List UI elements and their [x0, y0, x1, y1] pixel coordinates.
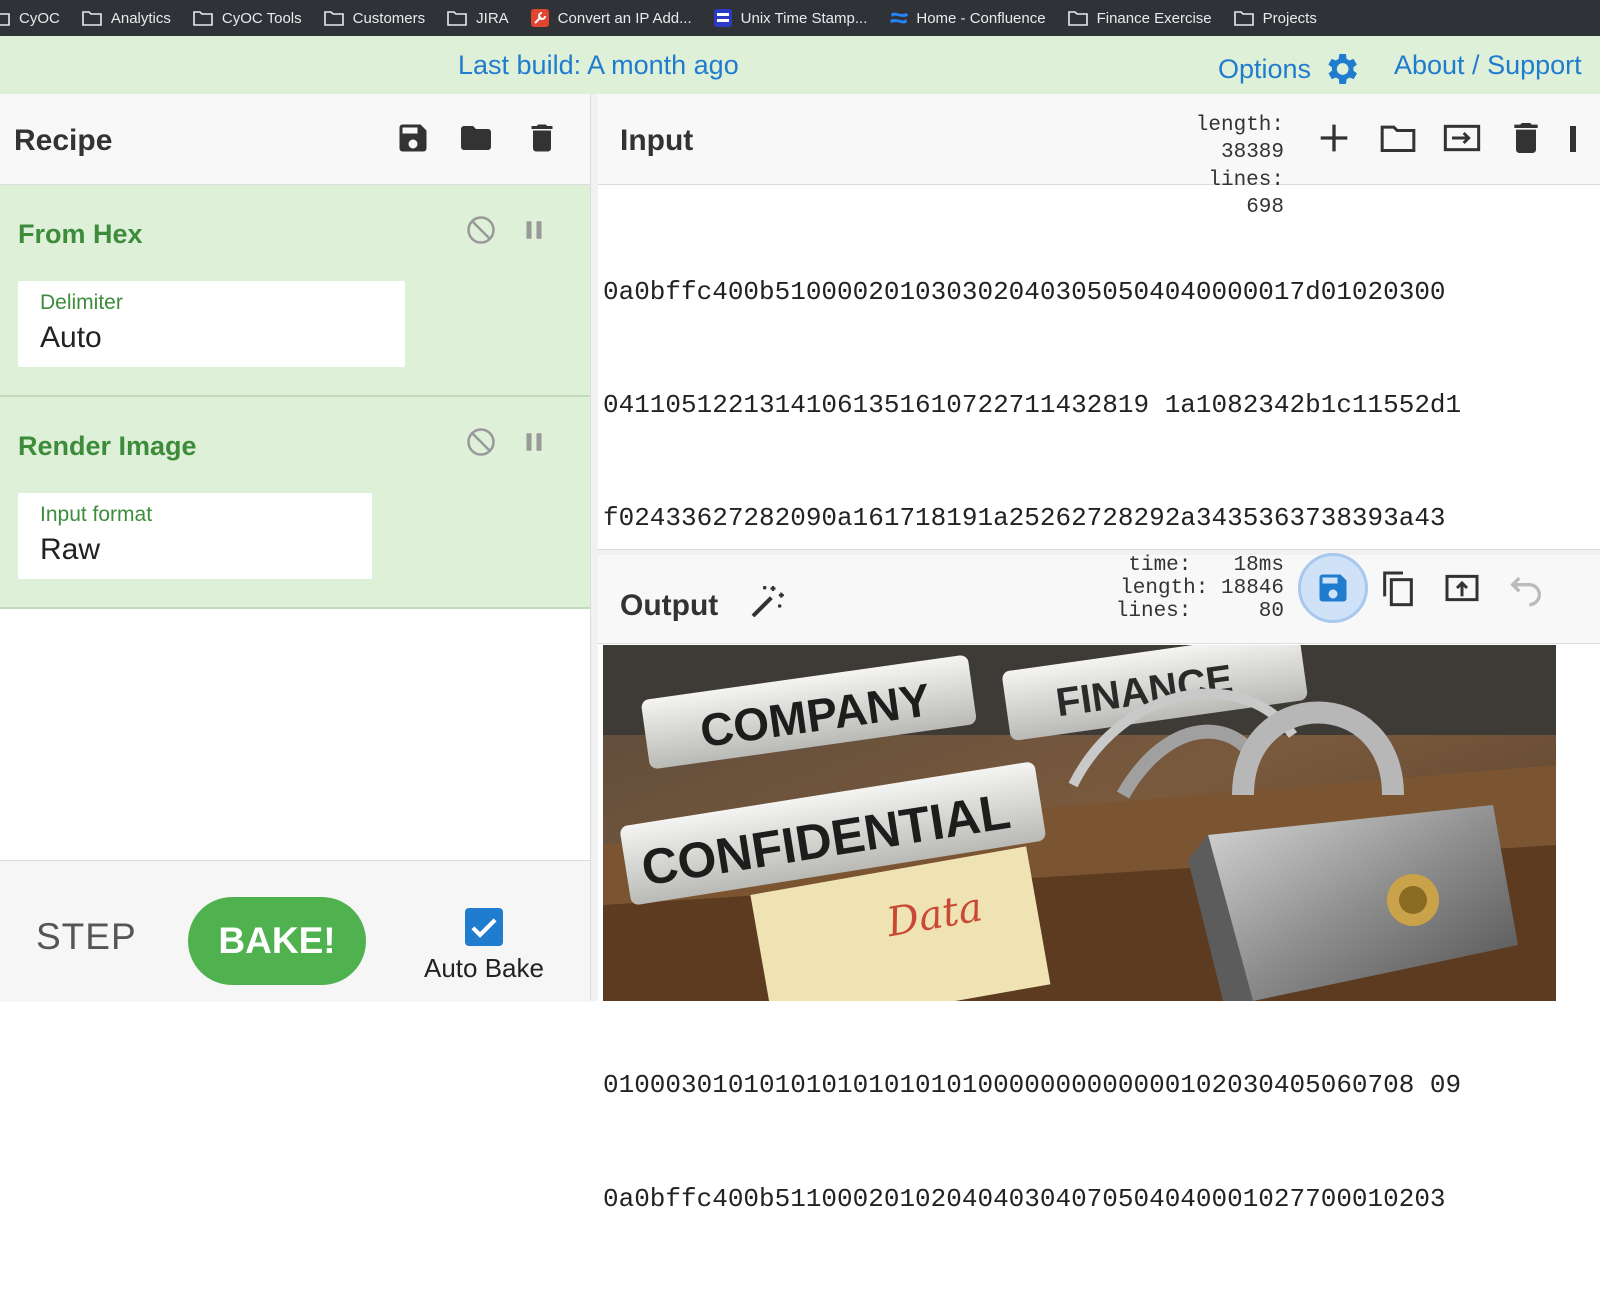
input-pane: Input length: 38389 lines: 698 0a0bffc40… [598, 94, 1600, 1214]
input-format-field[interactable]: Input format Raw [18, 493, 372, 579]
add-input-tab-plus-icon[interactable] [1314, 118, 1354, 158]
bookmark-label: CyOC [19, 9, 60, 27]
bake-controls: STEP BAKE! Auto Bake [0, 860, 590, 1002]
bookmark-label: CyOC Tools [221, 9, 302, 27]
length-label: length: [1195, 114, 1284, 137]
bookmark-cyoc[interactable]: CyOC [0, 10, 60, 27]
open-file-folder-icon[interactable] [1378, 118, 1418, 158]
input-header: Input length: 38389 lines: 698 [598, 94, 1600, 219]
folder-icon [193, 11, 213, 26]
operation-name: Render Image [18, 431, 197, 461]
breakpoint-pause-icon[interactable] [519, 215, 549, 245]
bookmark-confluence[interactable]: Home - Confluence [889, 9, 1046, 27]
layout-toggle-icon[interactable] [1570, 126, 1576, 152]
bookmark-label: Projects [1262, 9, 1317, 27]
recipe-title: Recipe [14, 124, 113, 157]
lines-value: 80 [1258, 600, 1284, 624]
operation-render-image[interactable]: Render Image Input format Raw [0, 397, 590, 609]
output-title: Output [620, 589, 719, 622]
output-header: Output time: 18ms length: 18846 lines: 8… [598, 553, 1600, 644]
bookmark-label: JIRA [476, 9, 509, 27]
field-label: Input format [40, 503, 153, 526]
bookmark-label: Home - Confluence [916, 9, 1046, 27]
bookmark-finance-exercise[interactable]: Finance Exercise [1067, 9, 1212, 27]
bookmark-convert-ip[interactable]: Convert an IP Add... [530, 9, 692, 27]
length-value: 38389 [1220, 141, 1284, 165]
input-line: 04110512213141061351610722711432819 1a10… [603, 389, 1462, 420]
options-button[interactable]: Options [1218, 49, 1361, 89]
save-output-button[interactable] [1298, 553, 1368, 623]
length-label: length: [1120, 577, 1209, 601]
save-recipe-icon[interactable] [395, 120, 431, 156]
bookmarks-bar: CyOC Analytics CyOC Tools Customers JIRA… [0, 0, 1600, 36]
bookmark-label: Customers [352, 9, 426, 27]
step-button[interactable]: STEP [36, 916, 137, 958]
bookmark-customers[interactable]: Customers [323, 9, 426, 27]
confidential-padlock-image: COMPANY FINANCE CONFIDENTIAL Data [603, 645, 1556, 1001]
bookmark-cyoc-tools[interactable]: CyOC Tools [193, 10, 302, 27]
confluence-favicon [889, 9, 909, 27]
field-value: Raw [40, 533, 101, 566]
input-title: Input [620, 124, 694, 157]
bookmark-projects[interactable]: Projects [1233, 9, 1317, 27]
gear-icon [1328, 54, 1358, 84]
undo-icon[interactable] [1506, 568, 1546, 608]
last-build-link[interactable]: Last build: A month ago [458, 50, 739, 81]
output-pane: Output time: 18ms length: 18846 lines: 8… [598, 553, 1600, 1001]
bake-button[interactable]: BAKE! [188, 897, 366, 985]
options-label: Options [1218, 53, 1312, 84]
ddg-favicon [713, 9, 732, 27]
lines-label: lines: [1208, 168, 1284, 192]
time-label: time: [1128, 554, 1192, 577]
operation-name: From Hex [18, 219, 143, 249]
output-stats: time: 18ms length: 18846 lines: 80 [1104, 554, 1284, 623]
folder-icon [323, 11, 344, 26]
open-file-import-icon[interactable] [1442, 118, 1482, 158]
disable-icon[interactable] [466, 215, 496, 245]
bookmark-label: Finance Exercise [1096, 9, 1212, 27]
clear-recipe-trash-icon[interactable] [524, 120, 560, 156]
length-value: 18846 [1220, 577, 1284, 601]
lines-label: lines: [1115, 600, 1192, 624]
bookmark-label: Convert an IP Add... [557, 9, 692, 27]
operation-from-hex[interactable]: From Hex Delimiter Auto [0, 185, 590, 397]
auto-bake-checkbox[interactable] [465, 908, 503, 946]
bookmark-unix-time[interactable]: Unix Time Stamp... [713, 9, 868, 27]
checkmark-icon [471, 918, 497, 938]
bookmark-jira[interactable]: JIRA [447, 10, 509, 27]
field-label: Delimiter [40, 291, 123, 314]
folder-icon [82, 11, 102, 26]
copy-output-icon[interactable] [1378, 568, 1418, 608]
bookmark-label: Unix Time Stamp... [740, 9, 868, 27]
folder-icon [1233, 11, 1254, 26]
auto-bake-label: Auto Bake [424, 953, 544, 983]
replace-input-with-output-icon[interactable] [1442, 568, 1482, 608]
input-line: f02433627282090a161718191a25262728292a34… [603, 503, 1446, 534]
input-line: 0100030101010101010101010000000000000102… [603, 1070, 1462, 1101]
save-icon [1319, 574, 1347, 602]
bookmark-analytics[interactable]: Analytics [82, 10, 171, 27]
about-support-link[interactable]: About / Support [1394, 50, 1582, 81]
recipe-header: Recipe [0, 94, 590, 185]
input-line: 0a0bffc400b51100020102040403040705040400… [603, 1183, 1446, 1214]
load-recipe-folder-icon[interactable] [458, 120, 494, 156]
wrench-favicon [530, 9, 549, 27]
folder-icon [447, 11, 467, 26]
input-line: 0a0bffc400b51000020103030204030505040400… [603, 276, 1446, 307]
magic-wand-icon[interactable] [748, 581, 788, 621]
folder-icon [0, 13, 10, 26]
top-banner: Last build: A month ago Options About / … [0, 36, 1600, 95]
breakpoint-pause-icon[interactable] [519, 427, 549, 457]
disable-icon[interactable] [466, 427, 496, 457]
folder-icon [1067, 11, 1088, 26]
time-value: 18ms [1233, 554, 1284, 577]
bookmark-label: Analytics [110, 9, 171, 27]
rendered-output-image: COMPANY FINANCE CONFIDENTIAL Data [603, 645, 1556, 1001]
delimiter-field[interactable]: Delimiter Auto [18, 281, 405, 367]
bake-label: BAKE! [218, 920, 336, 961]
clear-input-trash-icon[interactable] [1506, 118, 1546, 158]
field-value: Auto [40, 321, 102, 354]
recipe-pane: Recipe From Hex Delimiter Auto Render Im… [0, 94, 590, 1002]
